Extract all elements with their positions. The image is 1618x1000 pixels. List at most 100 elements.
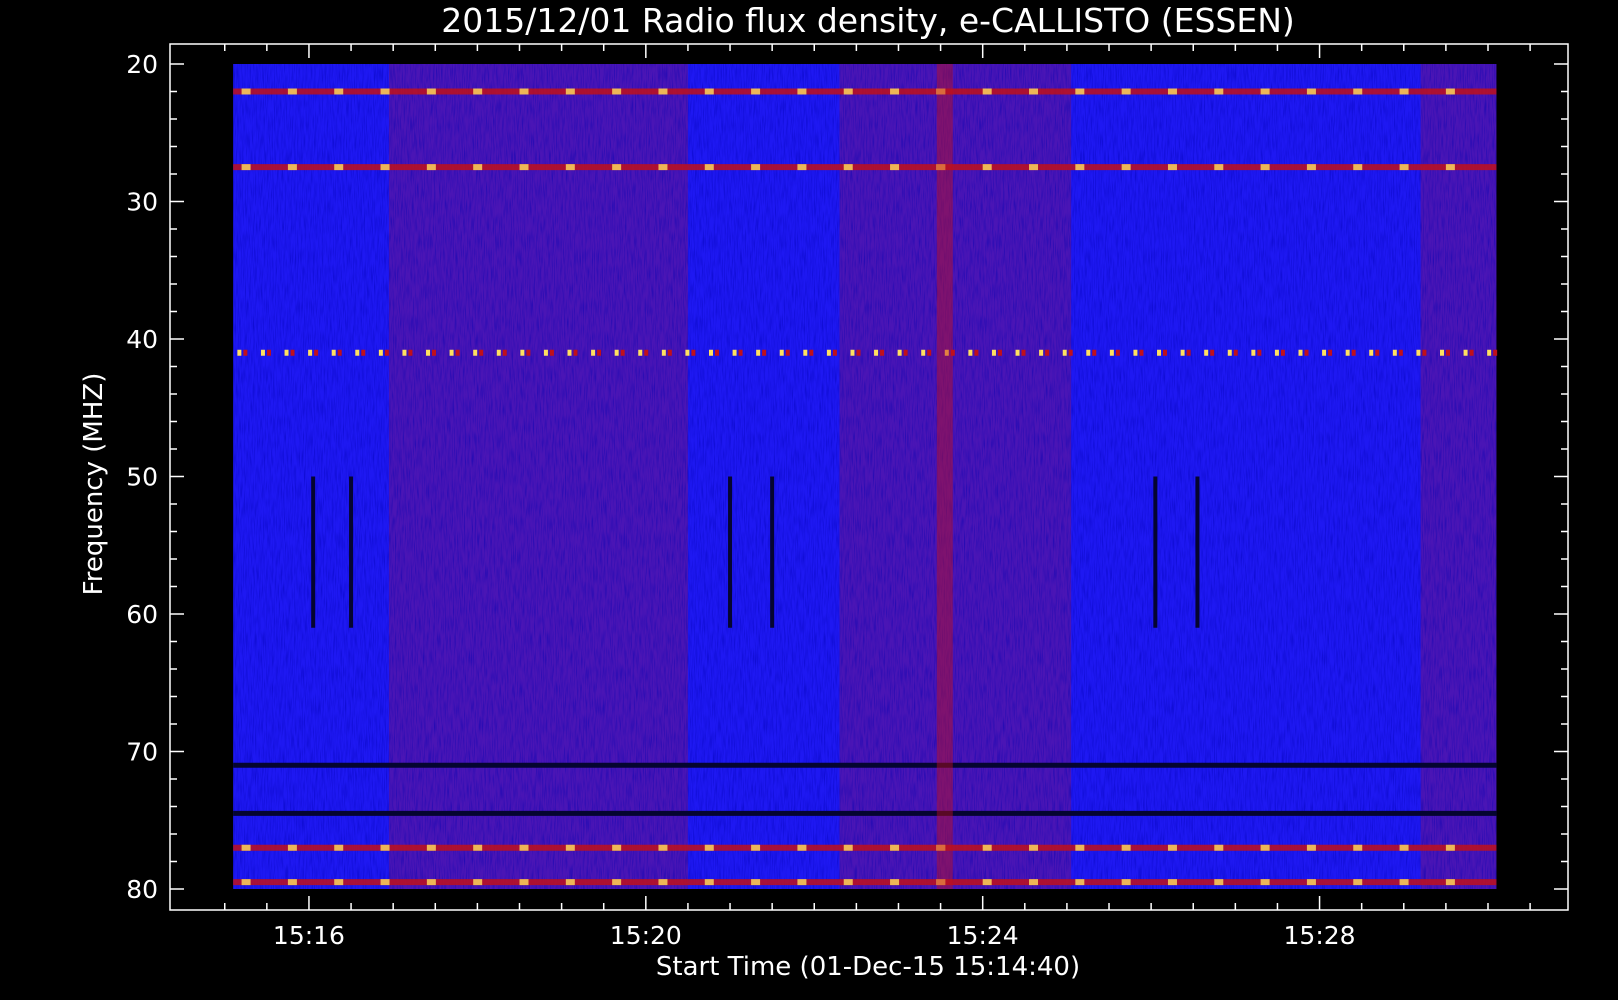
band-hotspot	[380, 844, 390, 851]
band-dot	[614, 349, 619, 356]
band-dot	[620, 349, 625, 356]
band-hotspot	[241, 164, 251, 171]
band-dot	[1463, 349, 1468, 356]
band-dot	[809, 349, 814, 356]
interference-column	[936, 64, 953, 889]
dark-vertical-line	[1153, 476, 1158, 628]
band-hotspot	[1029, 164, 1039, 171]
band-dot	[432, 349, 437, 356]
band-dot	[284, 349, 289, 356]
band-dot	[1257, 349, 1262, 356]
band-hotspot	[704, 879, 714, 886]
band-dot	[714, 349, 719, 356]
band-hotspot	[1306, 164, 1316, 171]
band-dot	[1322, 349, 1327, 356]
band-dot	[361, 349, 366, 356]
band-hotspot	[890, 844, 900, 851]
band-hotspot	[1353, 844, 1363, 851]
band-hotspot	[380, 879, 390, 886]
band-dot	[426, 349, 431, 356]
band-dot	[1251, 349, 1256, 356]
band-dot	[378, 349, 383, 356]
band-hotspot	[1121, 88, 1131, 95]
band-dot	[1227, 349, 1232, 356]
band-dot	[408, 349, 413, 356]
band-hotspot	[565, 88, 575, 95]
band-dot	[455, 349, 460, 356]
band-hotspot	[1353, 164, 1363, 171]
band-hotspot	[704, 88, 714, 95]
band-dot	[384, 349, 389, 356]
band-dot	[880, 349, 885, 356]
dark-vertical-line	[311, 476, 316, 628]
band-dot	[826, 349, 831, 356]
x-tick-label: 15:24	[947, 921, 1019, 950]
band-hotspot	[1075, 879, 1085, 886]
spectrogram-figure: 2015/12/01 Radio flux density, e-CALLIST…	[79, 1, 1569, 982]
band-dot	[573, 349, 578, 356]
band-hotspot	[1445, 844, 1455, 851]
band-dot	[1392, 349, 1397, 356]
band-hotspot	[334, 164, 344, 171]
band-hotspot	[1399, 879, 1409, 886]
band-hotspot	[843, 844, 853, 851]
band-hotspot	[519, 164, 529, 171]
band-hotspot	[797, 88, 807, 95]
band-hotspot	[287, 844, 297, 851]
band-dot	[803, 349, 808, 356]
band-dot	[785, 349, 790, 356]
band-dot	[661, 349, 666, 356]
chart-title: 2015/12/01 Radio flux density, e-CALLIST…	[441, 1, 1295, 40]
band-dot	[1180, 349, 1185, 356]
band-hotspot	[1260, 879, 1270, 886]
band-dot	[337, 349, 342, 356]
band-dot	[1157, 349, 1162, 356]
band-dot	[1186, 349, 1191, 356]
band-hotspot	[241, 844, 251, 851]
band-dot	[526, 349, 531, 356]
band-dot	[903, 349, 908, 356]
band-dot	[974, 349, 979, 356]
band-hotspot	[751, 164, 761, 171]
band-hotspot	[612, 879, 622, 886]
band-dot	[667, 349, 672, 356]
dark-vertical-line	[728, 476, 733, 628]
band-dot	[1163, 349, 1168, 356]
band-hotspot	[334, 844, 344, 851]
band-dot	[1115, 349, 1120, 356]
band-hotspot	[612, 164, 622, 171]
band-dot	[1139, 349, 1144, 356]
band-dot	[1086, 349, 1091, 356]
band-hotspot	[658, 879, 668, 886]
band-dot	[543, 349, 548, 356]
band-hotspot	[1121, 879, 1131, 886]
band-hotspot	[612, 844, 622, 851]
band-dot	[1092, 349, 1097, 356]
band-hotspot	[519, 879, 529, 886]
band-dot	[1416, 349, 1421, 356]
x-tick-label: 15:20	[610, 921, 682, 950]
band-dot	[1133, 349, 1138, 356]
band-hotspot	[890, 88, 900, 95]
band-hotspot	[704, 844, 714, 851]
band-hotspot	[1121, 844, 1131, 851]
band-hotspot	[658, 88, 668, 95]
band-dot	[237, 349, 242, 356]
band-hotspot	[334, 88, 344, 95]
band-hotspot	[519, 88, 529, 95]
band-dot	[1445, 349, 1450, 356]
band-dot	[1021, 349, 1026, 356]
band-dot	[856, 349, 861, 356]
band-hotspot	[519, 844, 529, 851]
band-hotspot	[1353, 879, 1363, 886]
band-dot	[597, 349, 602, 356]
band-dark-4	[233, 810, 1497, 816]
band-hotspot	[1214, 844, 1224, 851]
band-hotspot	[751, 844, 761, 851]
band-hotspot	[1445, 879, 1455, 886]
y-tick-label: 70	[126, 738, 158, 767]
band-hotspot	[843, 164, 853, 171]
band-dot	[832, 349, 837, 356]
x-tick-labels: 15:16 15:20 15:24 15:28	[273, 921, 1356, 950]
band-dot	[1398, 349, 1403, 356]
